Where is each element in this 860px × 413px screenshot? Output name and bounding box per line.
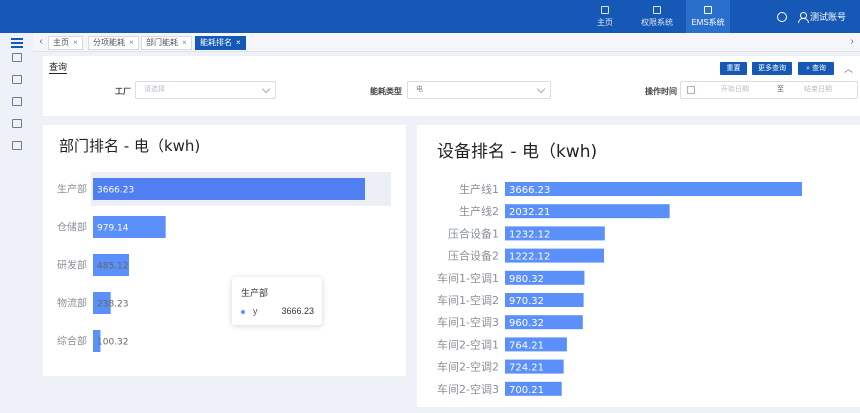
category-label: 生产线2 [459,204,499,218]
series-dot-icon [241,310,245,314]
collapse-icon[interactable]: ︿ [844,62,853,75]
category-label: 生产部 [57,183,87,196]
reset-button[interactable]: 重置 [720,62,747,75]
category-label: 车间2-空调1 [437,337,499,351]
nav-permission-label: 权限系统 [641,17,673,27]
gear-icon [777,11,787,22]
value-label: 960.32 [509,318,544,329]
tab-dept-energy[interactable]: 部门能耗 × [141,36,192,50]
factory-select[interactable]: 请选择 [135,81,276,99]
category-label: 车间1-空调3 [437,315,499,329]
sidebar-table-icon[interactable] [12,97,22,106]
chevron-down-icon [261,84,271,94]
category-label: 车间2-空调3 [437,382,499,396]
value-label: 485.12 [97,262,129,272]
query-panel: 查询 重置 更多查询 ⌕ 查询 ︿ 工厂 请选择 能耗类型 电 操作时间 开始日… [43,56,860,116]
department-ranking-card: 部门排名 - 电（kwh) 生产部 3666.23 仓储部 979.14 研发部 485.… [43,125,406,376]
equipment-ranking-card: 设备排名 - 电（kwh) 生产线1 3666.23 生产线2 2032.21 压合设备… [417,125,860,407]
query-title: 查询 [49,62,68,74]
tab-home-label: 主页 [53,38,69,47]
tabs-bar: ‹ 主页 × 分项能耗 × 部门能耗 × 能耗排名 × › [33,33,860,52]
more-query-button[interactable]: 更多查询 [752,62,792,75]
time-label: 操作时间 [645,87,677,96]
sidebar-list-icon[interactable] [12,119,22,128]
close-icon[interactable]: × [182,38,187,47]
tabs-next-icon[interactable]: › [847,36,857,48]
category-label: 研发部 [57,259,87,272]
tab-home[interactable]: 主页 × [48,36,83,50]
sidebar-report-icon[interactable] [12,75,22,84]
category-label: 车间2-空调2 [437,360,499,374]
value-label: 724.21 [509,363,544,374]
factory-placeholder: 请选择 [144,86,165,93]
chart-tooltip: 生产部 y 3666.23 [232,277,322,325]
category-label: 生产线1 [459,182,499,196]
ems-icon [704,5,712,14]
settings-button[interactable] [777,0,787,33]
category-label: 压合设备2 [448,249,499,263]
user-menu[interactable]: 测试账号 [798,0,846,33]
search-button-label: 查询 [811,65,826,72]
category-label: 仓储部 [57,221,87,234]
value-label: 100.32 [97,338,129,348]
tabs-prev-icon[interactable]: ‹ [36,36,46,48]
category-label: 压合设备1 [448,226,499,240]
home-icon [601,5,609,14]
permission-icon [653,5,661,14]
close-icon[interactable]: × [73,38,78,47]
menu-toggle-icon[interactable] [11,38,23,48]
category-label: 综合部 [57,335,87,348]
value-label: 2032.21 [509,207,550,218]
calendar-icon [687,86,695,94]
tab-energy-ranking-label: 能耗排名 [200,38,232,47]
energy-type-select[interactable]: 电 [407,81,551,99]
value-label: 1232.12 [509,229,550,240]
value-label: 238.23 [97,300,129,310]
search-icon: ⌕ [806,65,810,72]
sidebar-dashboard-icon[interactable] [12,53,22,62]
value-label: 764.21 [509,340,544,351]
nav-ems[interactable]: EMS系统 [686,0,730,33]
tooltip-title: 生产部 [241,288,269,298]
category-label: 车间1-空调2 [437,293,499,307]
tab-item-energy[interactable]: 分项能耗 × [88,36,139,50]
user-icon [798,11,809,23]
nav-permission[interactable]: 权限系统 [635,0,679,33]
close-icon[interactable]: × [236,38,241,47]
value-label: 3666.23 [509,185,550,196]
tooltip-series-name: y [253,306,258,316]
close-icon[interactable]: × [129,38,134,47]
tab-dept-energy-label: 部门能耗 [146,38,178,47]
search-button[interactable]: ⌕ 查询 [798,62,834,75]
factory-label: 工厂 [115,87,131,96]
equipment-bar-chart: 生产线1 3666.23 生产线2 2032.21 压合设备1 1232.12 压合设备2 1… [437,182,802,396]
sidebar [0,33,33,413]
value-label: 700.21 [509,385,544,396]
energy-type-label: 能耗类型 [370,87,402,96]
tab-energy-ranking[interactable]: 能耗排名 × [195,36,246,50]
range-separator: 至 [777,86,784,93]
user-name: 测试账号 [810,12,847,22]
nav-home-label: 主页 [597,17,613,27]
chevron-down-icon [536,84,546,94]
value-label: 980.32 [509,274,544,285]
value-label: 970.32 [509,296,544,307]
tooltip-value: 3666.23 [281,306,314,316]
energy-type-value: 电 [416,86,423,93]
value-label: 979.14 [97,224,129,234]
category-label: 车间1-空调1 [437,271,499,285]
end-date-placeholder: 结束日期 [804,86,832,93]
nav-ems-label: EMS系统 [691,17,725,27]
date-range-picker[interactable]: 开始日期 至 结束日期 [680,81,858,99]
value-label: 3666.23 [97,186,134,196]
nav-home[interactable]: 主页 [590,0,620,33]
tab-item-energy-label: 分项能耗 [93,38,125,47]
value-label: 1222.12 [509,252,550,263]
department-bar-chart: 生产部 3666.23 仓储部 979.14 研发部 485.12 物流部 238.23 综合部… [57,172,391,352]
category-label: 物流部 [57,297,87,310]
sidebar-doc-icon[interactable] [12,141,22,150]
start-date-placeholder: 开始日期 [721,86,749,93]
top-bar: 主页 权限系统 EMS系统 测试账号 [0,0,860,33]
